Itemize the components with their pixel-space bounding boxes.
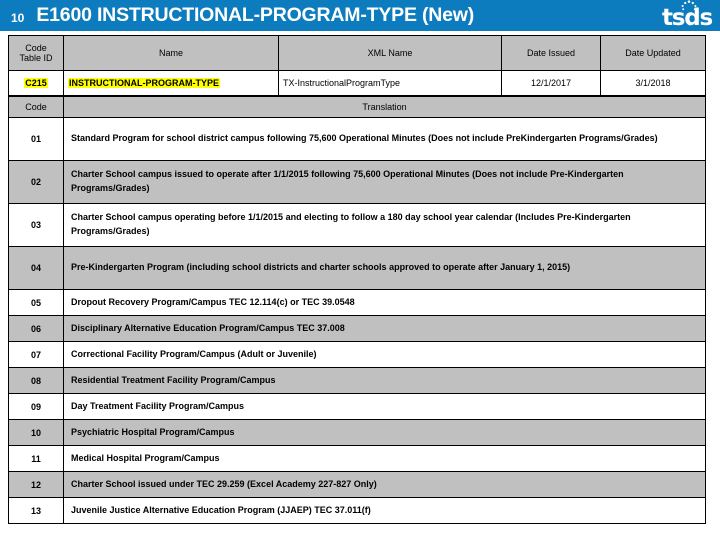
cell-translation: Day Treatment Facility Program/Campus [63, 393, 706, 420]
cell-code: 07 [8, 341, 64, 368]
cell-code: 08 [8, 367, 64, 394]
table-row: 10 Psychiatric Hospital Program/Campus [8, 419, 706, 446]
cell-code: 05 [8, 289, 64, 316]
cell-date-updated: 3/1/2018 [600, 70, 706, 96]
cell-name: INSTRUCTIONAL-PROGRAM-TYPE [63, 70, 279, 96]
cell-date-issued: 12/1/2017 [501, 70, 601, 96]
cell-xml-name: TX-InstructionalProgramType [278, 70, 502, 96]
cell-code: 06 [8, 315, 64, 342]
column-header-code-table-id-line1: Code [25, 42, 47, 53]
table-row: 04 Pre-Kindergarten Program (including sc… [8, 246, 706, 290]
cell-translation: Residential Treatment Facility Program/C… [63, 367, 706, 394]
table-row: 12 Charter School issued under TEC 29.259… [8, 471, 706, 498]
header-banner: 10 E1600 INSTRUCTIONAL-PROGRAM-TYPE (New… [0, 0, 720, 31]
table-row: 06 Disciplinary Alternative Education Pro… [8, 315, 706, 342]
cell-code: 12 [8, 471, 64, 498]
cell-code: 10 [8, 419, 64, 446]
cell-code: 03 [8, 203, 64, 247]
cell-translation: Charter School issued under TEC 29.259 (… [63, 471, 706, 498]
column-header-translation: Translation [63, 96, 706, 118]
cell-code: 01 [8, 117, 64, 161]
column-header-code-table-id-line2: Table ID [19, 53, 53, 63]
tsds-logo: tsds [654, 0, 716, 31]
table-row: 05 Dropout Recovery Program/Campus TEC 12… [8, 289, 706, 316]
cell-code: 11 [8, 445, 64, 472]
cell-translation: Dropout Recovery Program/Campus TEC 12.1… [63, 289, 706, 316]
cell-translation: Charter School campus issued to operate … [63, 160, 706, 204]
cell-translation: Psychiatric Hospital Program/Campus [63, 419, 706, 446]
cell-translation: Disciplinary Alternative Education Progr… [63, 315, 706, 342]
cell-code: 13 [8, 497, 64, 524]
table-row: 11 Medical Hospital Program/Campus [8, 445, 706, 472]
cell-code: 04 [8, 246, 64, 290]
column-header-date-updated: Date Updated [600, 35, 706, 71]
code-table-id-value: C215 [24, 78, 48, 88]
column-header-date-issued: Date Issued [501, 35, 601, 71]
table-row: 13 Juvenile Justice Alternative Education… [8, 497, 706, 524]
name-value: INSTRUCTIONAL-PROGRAM-TYPE [68, 78, 220, 88]
column-header-name: Name [63, 35, 279, 71]
page-title: E1600 INSTRUCTIONAL-PROGRAM-TYPE (New) [36, 3, 475, 26]
column-header-code: Code [8, 96, 64, 118]
column-header-xml-name: XML Name [278, 35, 502, 71]
cell-code-table-id: C215 [8, 70, 64, 96]
cell-translation: Juvenile Justice Alternative Education P… [63, 497, 706, 524]
column-header-code-table-id: Code Table ID [8, 35, 64, 71]
code-translation-table: Code Translation 01 Standard Program for … [8, 96, 706, 524]
table-row: 03 Charter School campus operating before… [8, 203, 706, 247]
cell-translation: Correctional Facility Program/Campus (Ad… [63, 341, 706, 368]
cell-code: 02 [8, 160, 64, 204]
slide-number: 10 [11, 10, 25, 25]
cell-translation: Medical Hospital Program/Campus [63, 445, 706, 472]
table-header-row: Code Table ID Name XML Name Date Issued … [8, 35, 706, 71]
table-row: 07 Correctional Facility Program/Campus (… [8, 341, 706, 368]
code-table-metadata: Code Table ID Name XML Name Date Issued … [8, 35, 706, 96]
table-row: 02 Charter School campus issued to operat… [8, 160, 706, 204]
table-header-row: Code Translation [8, 96, 706, 118]
table-row: 01 Standard Program for school district c… [8, 117, 706, 161]
tsds-logo-text: tsds [661, 5, 713, 31]
cell-translation: Pre-Kindergarten Program (including scho… [63, 246, 706, 290]
cell-translation: Charter School campus operating before 1… [63, 203, 706, 247]
table-row: 09 Day Treatment Facility Program/Campus [8, 393, 706, 420]
cell-code: 09 [8, 393, 64, 420]
cell-translation: Standard Program for school district cam… [63, 117, 706, 161]
table-row: 08 Residential Treatment Facility Program… [8, 367, 706, 394]
table-row: C215 INSTRUCTIONAL-PROGRAM-TYPE TX-Instr… [8, 70, 706, 96]
